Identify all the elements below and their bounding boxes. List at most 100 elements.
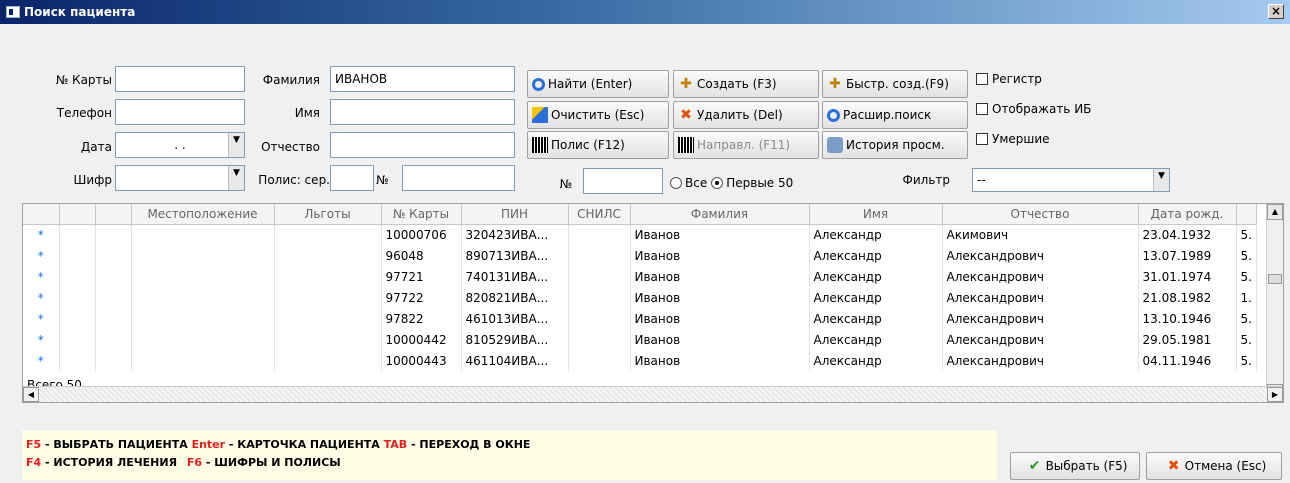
patients-table[interactable]: Местоположение Льготы № Карты ПИН СНИЛС … — [22, 203, 1284, 403]
cell[interactable] — [95, 266, 132, 287]
chevron-down-icon[interactable]: ▼ — [228, 133, 244, 157]
policy-button[interactable]: Полис (F12) — [527, 131, 669, 159]
cell[interactable] — [59, 287, 96, 308]
row-marker[interactable]: * — [23, 224, 60, 245]
column-header-snils[interactable]: СНИЛС — [568, 204, 631, 225]
cell-benefits[interactable] — [274, 245, 382, 266]
checkbox-box[interactable] — [976, 103, 988, 115]
scroll-up-icon[interactable]: ▲ — [1267, 204, 1283, 220]
chevron-down-icon[interactable]: ▼ — [228, 166, 244, 190]
cell-extra[interactable]: 5. — [1236, 245, 1257, 266]
lastname-input[interactable]: ИВАНОВ — [330, 66, 515, 92]
cell-card-no[interactable]: 10000442 — [381, 329, 462, 350]
column-header-benefits[interactable]: Льготы — [274, 204, 382, 225]
checkbox-box[interactable] — [976, 73, 988, 85]
cell-patronymic[interactable]: Александрович — [942, 245, 1139, 266]
filter-combo[interactable]: -- ▼ — [972, 168, 1170, 192]
cell-benefits[interactable] — [274, 224, 382, 245]
cell-pin[interactable]: 740131ИВА... — [461, 266, 569, 287]
table-row[interactable]: * 10000706 320423ИВА... Иванов Александр Аким… — [23, 224, 1257, 245]
delete-button[interactable]: ✖ Удалить (Del) — [673, 101, 819, 129]
column-header[interactable] — [1236, 204, 1257, 225]
deceased-checkbox[interactable]: Умершие — [976, 132, 1050, 146]
cell-firstname[interactable]: Александр — [809, 224, 943, 245]
cell[interactable] — [95, 224, 132, 245]
cell-dob[interactable]: 13.07.1989 — [1138, 245, 1237, 266]
cell[interactable] — [59, 245, 96, 266]
cancel-button[interactable]: ✖ Отмена (Esc) — [1146, 452, 1282, 480]
cell-snils[interactable] — [568, 287, 631, 308]
cell-extra[interactable]: 5. — [1236, 350, 1257, 371]
patronymic-input[interactable] — [330, 132, 515, 158]
table-row[interactable]: * 97822 461013ИВА... Иванов Александр Алексан… — [23, 308, 1257, 329]
create-button[interactable]: ✚ Создать (F3) — [673, 70, 819, 98]
card-no-input[interactable] — [115, 66, 245, 92]
cell-card-no[interactable]: 97722 — [381, 287, 462, 308]
phone-input[interactable] — [115, 99, 245, 125]
cell-extra[interactable]: 5. — [1236, 266, 1257, 287]
cell-extra[interactable]: 1. — [1236, 287, 1257, 308]
cell-card-no[interactable]: 10000706 — [381, 224, 462, 245]
column-header[interactable] — [23, 204, 60, 225]
cell-firstname[interactable]: Александр — [809, 266, 943, 287]
cell-snils[interactable] — [568, 350, 631, 371]
cell-dob[interactable]: 21.08.1982 — [1138, 287, 1237, 308]
column-header-dob[interactable]: Дата рожд. — [1138, 204, 1237, 225]
cipher-combo[interactable]: ▼ — [115, 165, 245, 191]
cell-firstname[interactable]: Александр — [809, 350, 943, 371]
horizontal-scrollbar[interactable]: ◀ ▶ — [23, 386, 1283, 402]
policy-series-input[interactable] — [330, 165, 374, 191]
checkbox-box[interactable] — [976, 133, 988, 145]
table-row[interactable]: * 97721 740131ИВА... Иванов Александр Алексан… — [23, 266, 1257, 287]
cell-benefits[interactable] — [274, 308, 382, 329]
cell[interactable] — [59, 350, 96, 371]
cell-card-no[interactable]: 96048 — [381, 245, 462, 266]
scroll-thumb[interactable] — [1268, 274, 1282, 284]
table-row[interactable]: * 97722 820821ИВА... Иванов Александр Алексан… — [23, 287, 1257, 308]
firstname-input[interactable] — [330, 99, 515, 125]
cell[interactable] — [95, 329, 132, 350]
cell-card-no[interactable]: 97721 — [381, 266, 462, 287]
cell-dob[interactable]: 23.04.1932 — [1138, 224, 1237, 245]
ext-search-button[interactable]: Расшир.поиск — [822, 101, 968, 129]
cell-lastname[interactable]: Иванов — [630, 224, 810, 245]
cell-card-no[interactable]: 10000443 — [381, 350, 462, 371]
row-marker[interactable]: * — [23, 308, 60, 329]
clear-button[interactable]: Очистить (Esc) — [527, 101, 669, 129]
cell-snils[interactable] — [568, 245, 631, 266]
cell-location[interactable] — [131, 266, 275, 287]
cell-extra[interactable]: 5. — [1236, 329, 1257, 350]
cell-patronymic[interactable]: Александрович — [942, 287, 1139, 308]
cell-lastname[interactable]: Иванов — [630, 350, 810, 371]
column-header-patronymic[interactable]: Отчество — [942, 204, 1139, 225]
vertical-scrollbar[interactable]: ▲ ▼ — [1266, 204, 1283, 400]
cell-location[interactable] — [131, 308, 275, 329]
cell-dob[interactable]: 04.11.1946 — [1138, 350, 1237, 371]
cell-dob[interactable]: 31.01.1974 — [1138, 266, 1237, 287]
row-marker[interactable]: * — [23, 266, 60, 287]
cell-pin[interactable]: 461013ИВА... — [461, 308, 569, 329]
cell[interactable] — [59, 224, 96, 245]
column-header-pin[interactable]: ПИН — [461, 204, 569, 225]
cell[interactable] — [59, 308, 96, 329]
cell-pin[interactable]: 890713ИВА... — [461, 245, 569, 266]
cell[interactable] — [59, 329, 96, 350]
register-checkbox[interactable]: Регистр — [976, 72, 1042, 86]
cell-snils[interactable] — [568, 224, 631, 245]
cell-lastname[interactable]: Иванов — [630, 308, 810, 329]
cell-patronymic[interactable]: Александрович — [942, 350, 1139, 371]
scroll-left-icon[interactable]: ◀ — [23, 387, 39, 402]
cell-patronymic[interactable]: Александрович — [942, 329, 1139, 350]
table-row[interactable]: * 96048 890713ИВА... Иванов Александр Алексан… — [23, 245, 1257, 266]
select-button[interactable]: ✔ Выбрать (F5) — [1010, 452, 1140, 480]
referral-button[interactable]: Направл. (F11) — [673, 131, 819, 159]
cell-benefits[interactable] — [274, 287, 382, 308]
column-header[interactable] — [95, 204, 132, 225]
cell-pin[interactable]: 320423ИВА... — [461, 224, 569, 245]
cell[interactable] — [95, 350, 132, 371]
table-row[interactable]: * 10000442 810529ИВА... Иванов Александр Алек… — [23, 329, 1257, 350]
row-marker[interactable]: * — [23, 245, 60, 266]
policy-no-input[interactable] — [402, 165, 515, 191]
cell[interactable] — [95, 287, 132, 308]
show-ib-checkbox[interactable]: Отображать ИБ — [976, 102, 1091, 116]
